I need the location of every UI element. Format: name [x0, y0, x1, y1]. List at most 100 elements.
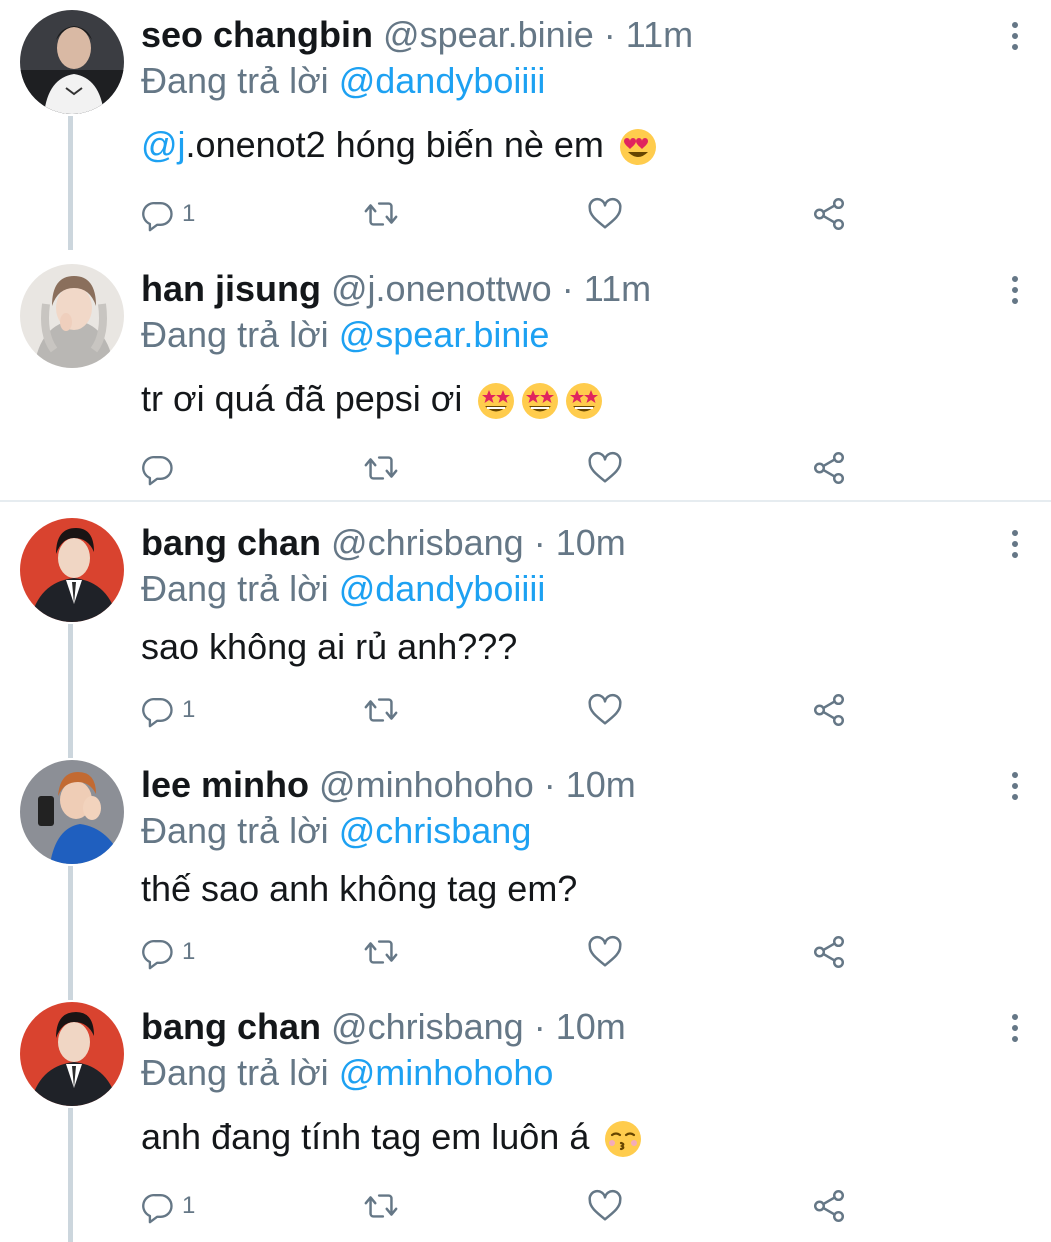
user-handle[interactable]: @minhohoho — [319, 764, 534, 805]
tweet-header: lee minho @minhohoho · 10m — [141, 762, 636, 808]
tweet-text-content: thế sao anh không tag em? — [141, 868, 578, 909]
user-handle[interactable]: @chrisbang — [331, 522, 524, 563]
display-name[interactable]: lee minho — [141, 764, 309, 805]
tweet[interactable]: bang chan @chrisbang · 10m Đang trả lời … — [0, 506, 1051, 746]
tweet-actions: 1 — [0, 690, 1051, 730]
retweet-button[interactable] — [362, 1186, 400, 1226]
like-button[interactable] — [586, 1186, 624, 1226]
like-button[interactable] — [586, 448, 624, 488]
replying-to: Đang trả lời @minhohoho — [141, 1050, 553, 1096]
mention-link[interactable]: @minhohoho — [339, 1052, 554, 1093]
display-name[interactable]: han jisung — [141, 268, 321, 309]
divider — [0, 500, 1051, 502]
timestamp[interactable]: 10m — [556, 1006, 626, 1047]
separator-dot: · — [603, 14, 616, 55]
separator-dot: · — [561, 268, 574, 309]
timestamp[interactable]: 10m — [556, 522, 626, 563]
share-button[interactable] — [810, 448, 848, 488]
avatar[interactable] — [20, 1002, 124, 1106]
reply-icon — [140, 1188, 176, 1224]
timestamp[interactable]: 10m — [566, 764, 636, 805]
tweet[interactable]: bang chan @chrisbang · 10m Đang trả lời … — [0, 988, 1051, 1242]
user-handle[interactable]: @j.onenottwo — [331, 268, 552, 309]
reply-button[interactable]: 1 — [140, 690, 195, 730]
tweet[interactable]: lee minho @minhohoho · 10m Đang trả lời … — [0, 746, 1051, 988]
user-handle[interactable]: @chrisbang — [331, 1006, 524, 1047]
reply-button[interactable]: 1 — [140, 194, 195, 234]
tweet-actions — [0, 448, 1051, 488]
timestamp[interactable]: 11m — [626, 14, 693, 55]
tweet-actions: 1 — [0, 1186, 1051, 1226]
share-button[interactable] — [810, 690, 848, 730]
share-button[interactable] — [810, 932, 848, 972]
avatar[interactable] — [20, 264, 124, 368]
replying-to-label: Đang trả lời — [141, 60, 329, 101]
tweet-header: seo changbin @spear.binie · 11m — [141, 12, 693, 58]
tweet-text: tr ơi quá đã pepsi ơi — [141, 376, 604, 422]
more-options-icon[interactable] — [1003, 18, 1027, 54]
tweet-text: thế sao anh không tag em? — [141, 866, 577, 912]
reply-button[interactable]: 1 — [140, 932, 195, 972]
share-icon — [810, 933, 848, 971]
tweet-text-content: .onenot2 hóng biến nè em — [185, 124, 604, 165]
like-icon — [586, 449, 624, 487]
retweet-icon — [362, 691, 400, 729]
star-struck-emoji — [476, 381, 516, 421]
reply-icon — [140, 934, 176, 970]
mention-link[interactable]: @spear.binie — [339, 314, 550, 355]
separator-dot: · — [533, 522, 546, 563]
more-options-icon[interactable] — [1003, 272, 1027, 308]
reply-count: 1 — [182, 938, 196, 965]
retweet-icon — [362, 1187, 400, 1225]
like-button[interactable] — [586, 690, 624, 730]
retweet-button[interactable] — [362, 932, 400, 972]
share-icon — [810, 449, 848, 487]
tweet-header: bang chan @chrisbang · 10m — [141, 1004, 626, 1050]
tweet-actions: 1 — [0, 194, 1051, 234]
display-name[interactable]: bang chan — [141, 1006, 321, 1047]
heart-eyes-emoji — [618, 127, 658, 167]
display-name[interactable]: bang chan — [141, 522, 321, 563]
share-button[interactable] — [810, 194, 848, 234]
more-options-icon[interactable] — [1003, 1010, 1027, 1046]
mention-link[interactable]: @dandyboiiii — [339, 60, 546, 101]
mention-link[interactable]: @dandyboiiii — [339, 568, 546, 609]
timestamp[interactable]: 11m — [584, 268, 651, 309]
tweet[interactable]: han jisung @j.onenottwo · 11m Đang trả l… — [0, 252, 1051, 500]
separator-dot: · — [543, 764, 556, 805]
reply-icon — [140, 450, 176, 486]
avatar[interactable] — [20, 518, 124, 622]
mention-link[interactable]: @j — [141, 124, 186, 165]
tweet-actions: 1 — [0, 932, 1051, 972]
avatar[interactable] — [20, 760, 124, 864]
reply-count: 1 — [182, 1192, 196, 1219]
display-name[interactable]: seo changbin — [141, 14, 373, 55]
retweet-icon — [362, 933, 400, 971]
retweet-button[interactable] — [362, 690, 400, 730]
replying-to-label: Đang trả lời — [141, 314, 329, 355]
separator-dot: · — [533, 1006, 546, 1047]
tweet[interactable]: seo changbin @spear.binie · 11m Đang trả… — [0, 0, 1051, 250]
reply-button[interactable] — [140, 448, 182, 488]
replying-to: Đang trả lời @dandyboiiii — [141, 566, 545, 612]
like-icon — [586, 1187, 624, 1225]
share-icon — [810, 1187, 848, 1225]
reply-icon — [140, 692, 176, 728]
retweet-button[interactable] — [362, 448, 400, 488]
mention-link[interactable]: @chrisbang — [339, 810, 532, 851]
more-options-icon[interactable] — [1003, 768, 1027, 804]
reply-count: 1 — [182, 200, 196, 227]
like-icon — [586, 195, 624, 233]
replying-to: Đang trả lời @dandyboiiii — [141, 58, 545, 104]
thread-line — [68, 746, 73, 758]
retweet-button[interactable] — [362, 194, 400, 234]
user-handle[interactable]: @spear.binie — [383, 14, 594, 55]
avatar[interactable] — [20, 10, 124, 114]
like-button[interactable] — [586, 932, 624, 972]
more-options-icon[interactable] — [1003, 526, 1027, 562]
replying-to: Đang trả lời @spear.binie — [141, 312, 549, 358]
share-button[interactable] — [810, 1186, 848, 1226]
like-button[interactable] — [586, 194, 624, 234]
reply-button[interactable]: 1 — [140, 1186, 195, 1226]
replying-to-label: Đang trả lời — [141, 1052, 329, 1093]
